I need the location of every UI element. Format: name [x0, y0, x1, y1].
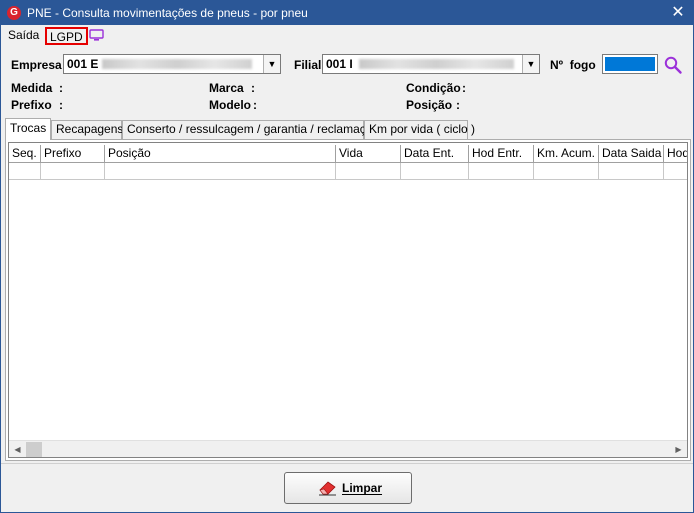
table-cell[interactable] — [401, 163, 469, 180]
filial-value: 001 I — [326, 57, 353, 71]
scroll-thumb[interactable] — [26, 442, 42, 457]
menu-lgpd[interactable]: LGPD — [45, 27, 88, 45]
menu-bar: Saída LGPD — [1, 25, 693, 45]
chevron-down-icon[interactable]: ▼ — [522, 55, 539, 73]
column-header-prefixo[interactable]: Prefixo — [41, 145, 105, 163]
table-cell[interactable] — [336, 163, 401, 180]
column-header-km-acum[interactable]: Km. Acum. E — [534, 145, 599, 163]
table-cell[interactable] — [469, 163, 534, 180]
condicao-label: Condição — [406, 81, 461, 95]
tab-trocas[interactable]: Trocas — [5, 118, 51, 140]
app-logo-icon: G — [7, 6, 21, 20]
redacted-branch-name — [359, 59, 514, 69]
marca-colon: : — [251, 81, 255, 95]
fogo-label: Nº fogo — [550, 58, 596, 72]
search-icon[interactable] — [663, 55, 683, 75]
footer-divider — [1, 463, 693, 464]
tab-panel-trocas: Seq. Prefixo Posição Vida Data Ent. Hod … — [5, 139, 691, 461]
app-window: G PNE - Consulta movimentações de pneus … — [0, 0, 694, 513]
limpar-button[interactable]: Limpar — [284, 472, 412, 504]
marca-label: Marca — [209, 81, 244, 95]
window-title: PNE - Consulta movimentações de pneus - … — [27, 6, 308, 20]
table-cell[interactable] — [534, 163, 599, 180]
redacted-company-name — [102, 59, 252, 69]
limpar-label: Limpar — [342, 481, 383, 495]
medida-label: Medida — [11, 81, 53, 95]
monitor-icon[interactable] — [89, 29, 104, 42]
modelo-label: Modelo — [209, 98, 251, 112]
column-header-data-saida[interactable]: Data Saida — [599, 145, 664, 163]
tab-conserto[interactable]: Conserto / ressulcagem / garantia / recl… — [122, 120, 379, 139]
close-button[interactable]: ✕ — [663, 1, 693, 25]
column-header-seq[interactable]: Seq. — [9, 145, 41, 163]
filial-select[interactable]: 001 I ▼ — [322, 54, 540, 74]
column-header-hod-entr[interactable]: Hod Entr. — [469, 145, 534, 163]
menu-saida[interactable]: Saída — [5, 27, 42, 45]
condicao-colon: : — [462, 81, 466, 95]
horizontal-scrollbar[interactable]: ◀ ▶ — [9, 440, 687, 457]
table-cell[interactable] — [41, 163, 105, 180]
scroll-right-icon[interactable]: ▶ — [670, 441, 687, 457]
posicao-label: Posição — [406, 98, 453, 112]
modelo-colon: : — [253, 98, 257, 112]
empresa-value: 001 E — [67, 57, 99, 71]
tab-recapagens[interactable]: Recapagens — [51, 120, 123, 139]
prefixo-label: Prefixo — [11, 98, 52, 112]
chevron-down-icon[interactable]: ▼ — [263, 55, 280, 73]
title-bar: G PNE - Consulta movimentações de pneus … — [1, 1, 693, 25]
movements-grid[interactable]: Seq. Prefixo Posição Vida Data Ent. Hod … — [8, 142, 688, 458]
posicao-colon: : — [456, 98, 460, 112]
table-cell[interactable] — [105, 163, 336, 180]
column-header-data-ent[interactable]: Data Ent. — [401, 145, 469, 163]
empresa-select[interactable]: 001 E ▼ — [63, 54, 281, 74]
fogo-input-selection — [605, 57, 655, 71]
prefixo-colon: : — [59, 98, 63, 112]
column-header-posicao[interactable]: Posição — [105, 145, 336, 163]
filial-label: Filial — [294, 58, 322, 72]
column-header-vida[interactable]: Vida — [336, 145, 401, 163]
empresa-label: Empresa — [11, 58, 62, 72]
scroll-left-icon[interactable]: ◀ — [9, 441, 26, 457]
table-cell[interactable] — [599, 163, 664, 180]
medida-colon: : — [59, 81, 63, 95]
tab-km-por-vida[interactable]: Km por vida ( ciclo ) — [364, 120, 475, 139]
eraser-icon — [319, 481, 336, 496]
column-header-hod[interactable]: Hod — [664, 145, 687, 163]
fogo-input[interactable] — [602, 54, 658, 74]
table-cell[interactable] — [9, 163, 41, 180]
table-cell[interactable] — [664, 163, 687, 180]
